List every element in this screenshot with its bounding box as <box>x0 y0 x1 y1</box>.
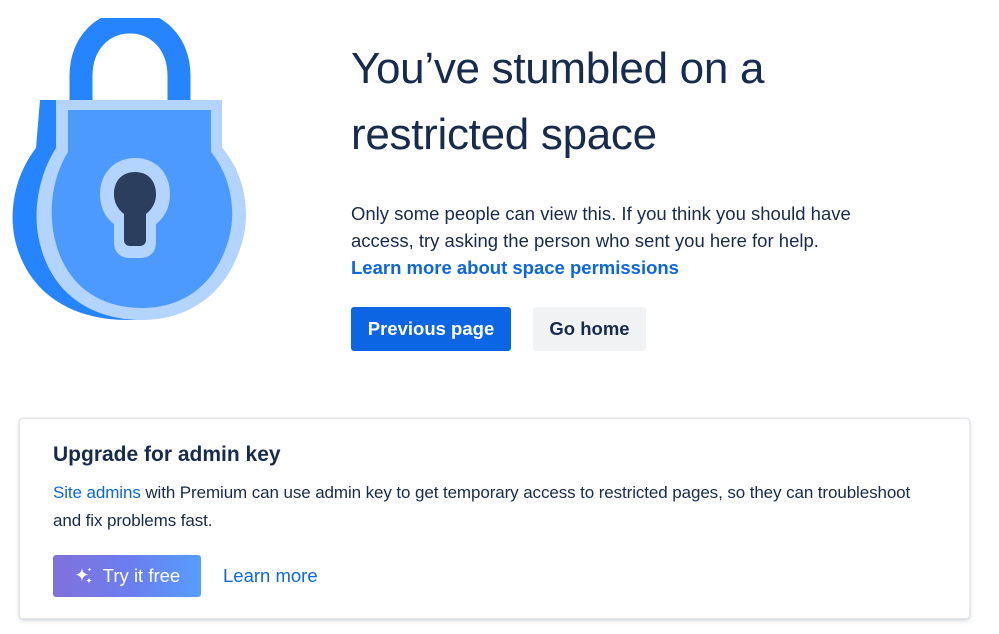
padlock-icon <box>12 10 246 320</box>
upgrade-card-body: Site admins with Premium can use admin k… <box>53 479 913 535</box>
upgrade-card: Upgrade for admin key Site admins with P… <box>19 418 970 619</box>
try-it-free-button[interactable]: Try it free <box>53 555 201 597</box>
page-title: You’ve stumbled on a restricted space <box>351 44 765 159</box>
restriction-description: Only some people can view this. If you t… <box>351 200 911 281</box>
site-admins-link[interactable]: Site admins <box>53 483 141 502</box>
learn-more-link[interactable]: Learn more <box>223 555 318 597</box>
padlock-illustration <box>10 10 250 324</box>
space-permissions-link[interactable]: Learn more about space permissions <box>351 254 679 281</box>
go-home-button[interactable]: Go home <box>533 307 646 351</box>
upgrade-card-body-text: with Premium can use admin key to get te… <box>53 483 911 530</box>
upgrade-card-title: Upgrade for admin key <box>53 443 281 466</box>
description-text: Only some people can view this. If you t… <box>351 203 851 251</box>
try-it-free-label: Try it free <box>102 565 181 586</box>
previous-page-button[interactable]: Previous page <box>351 307 511 351</box>
sparkle-icon <box>74 566 94 586</box>
